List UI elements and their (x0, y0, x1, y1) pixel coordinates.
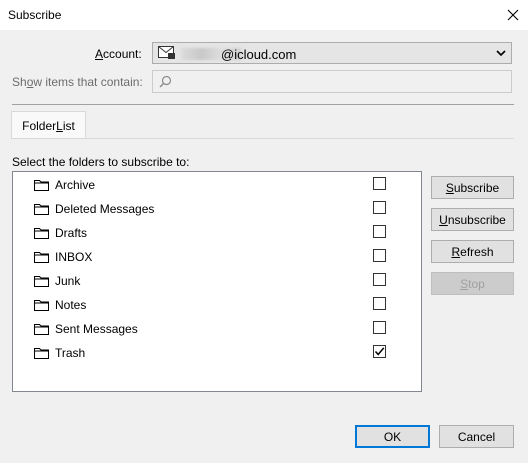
subscribe-checkbox[interactable] (373, 201, 386, 214)
stop-rest: top (468, 276, 485, 291)
folder-icon (34, 300, 49, 311)
title-bar: Subscribe (0, 0, 528, 30)
subscribe-checkbox[interactable] (373, 225, 386, 238)
subscribe-checkbox[interactable] (373, 321, 386, 334)
tab-label-key: L (56, 118, 63, 133)
folder-name: Junk (55, 274, 81, 288)
folders-heading: Select the folders to subscribe to: (12, 155, 190, 169)
folder-name: Notes (55, 298, 87, 312)
ok-button[interactable]: OK (355, 425, 430, 448)
folder-icon (34, 228, 49, 239)
subscribe-checkbox[interactable] (373, 249, 386, 262)
list-item[interactable]: Archive (13, 173, 421, 197)
list-item[interactable]: Junk (13, 269, 421, 293)
account-select[interactable]: @icloud.com (152, 42, 512, 64)
subscribe-button[interactable]: Subscribe (431, 176, 514, 199)
list-item[interactable]: Sent Messages (13, 317, 421, 341)
folder-icon (34, 180, 49, 191)
folder-name: Deleted Messages (55, 202, 155, 216)
search-icon (159, 75, 172, 88)
close-button[interactable] (498, 0, 528, 30)
unsubscribe-key: U (439, 212, 448, 227)
folder-list[interactable]: Archive Deleted Messages Drafts INBOX Ju… (12, 171, 422, 392)
folder-icon (34, 324, 49, 335)
account-value: @icloud.com (221, 47, 297, 62)
tab-label-post: ist (62, 118, 75, 133)
subscribe-checkbox[interactable] (373, 297, 386, 310)
search-label-pre: Sh (12, 75, 27, 89)
search-label-post: w items that contain: (33, 75, 143, 89)
tab-label-pre: Folder (22, 118, 57, 133)
stop-button[interactable]: Stop (431, 272, 514, 295)
account-label-key: A (95, 47, 104, 61)
refresh-key: R (451, 244, 461, 259)
folder-name: INBOX (55, 250, 93, 264)
stop-key: S (460, 276, 469, 291)
chevron-down-icon (496, 50, 506, 57)
refresh-button[interactable]: Refresh (431, 240, 514, 263)
refresh-rest: efresh (460, 244, 494, 259)
folder-name: Archive (55, 178, 96, 192)
list-item[interactable]: Notes (13, 293, 421, 317)
account-label-post: ccount: (103, 47, 142, 61)
tab-divider (11, 138, 514, 139)
checkmark-icon (374, 347, 385, 356)
subscribe-rest: ubscribe (453, 180, 500, 195)
folder-name: Drafts (55, 226, 88, 240)
folder-icon (34, 204, 49, 215)
folder-icon (34, 276, 49, 287)
unsubscribe-rest: nsubscribe (447, 212, 506, 227)
subscribe-checkbox[interactable] (373, 177, 386, 190)
mail-icon (158, 46, 175, 59)
subscribe-key: S (445, 180, 454, 195)
unsubscribe-button[interactable]: Unsubscribe (431, 208, 514, 231)
close-icon (507, 9, 519, 21)
folder-icon (34, 252, 49, 263)
subscribe-checkbox[interactable] (373, 345, 386, 358)
list-item[interactable]: Deleted Messages (13, 197, 421, 221)
search-label: Show items that contain: (12, 75, 143, 89)
search-input[interactable] (152, 70, 512, 93)
folder-name: Sent Messages (55, 322, 138, 336)
cancel-button[interactable]: Cancel (439, 425, 514, 448)
window-title: Subscribe (8, 8, 62, 22)
list-item[interactable]: Trash (13, 341, 421, 365)
subscribe-checkbox[interactable] (373, 273, 386, 286)
folder-name: Trash (55, 346, 86, 360)
list-item[interactable]: INBOX (13, 245, 421, 269)
list-item[interactable]: Drafts (13, 221, 421, 245)
account-label: Account: (95, 47, 142, 61)
folder-icon (34, 348, 49, 359)
tab-folder-list[interactable]: Folder List (11, 111, 86, 139)
separator (12, 104, 514, 105)
